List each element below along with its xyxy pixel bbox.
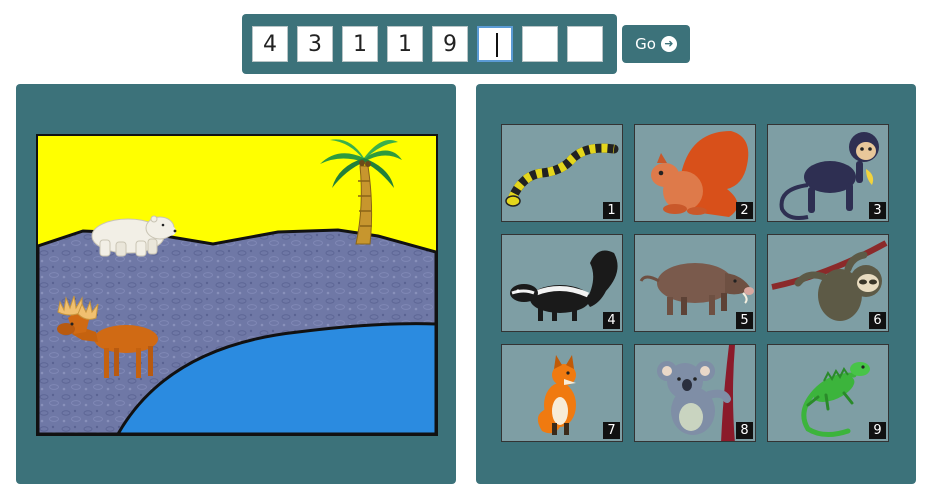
code-digit-7[interactable]	[522, 26, 558, 62]
code-digit-2[interactable]: 3	[297, 26, 333, 62]
scene-svg	[38, 136, 436, 434]
code-digit-8[interactable]	[567, 26, 603, 62]
choice-tile-iguana[interactable]: 9	[767, 344, 889, 442]
choice-tile-monkey[interactable]: 3	[767, 124, 889, 222]
choice-tile-squirrel[interactable]: 2	[634, 124, 756, 222]
tile-number: 7	[603, 422, 620, 439]
choice-tile-snake[interactable]: 1	[501, 124, 623, 222]
tile-number: 2	[736, 202, 753, 219]
tile-number: 6	[869, 312, 886, 329]
choice-tile-fox[interactable]: 7	[501, 344, 623, 442]
tile-number: 1	[603, 202, 620, 219]
code-digit-3[interactable]: 1	[342, 26, 378, 62]
tile-number: 8	[736, 422, 753, 439]
code-digit-5[interactable]: 9	[432, 26, 468, 62]
code-entry-bar: 4 3 1 1 9	[242, 14, 617, 74]
code-digit-1[interactable]: 4	[252, 26, 288, 62]
choices-panel: 1 2 3 4 5 6 7 8 9	[476, 84, 916, 484]
go-button[interactable]: Go ➜	[622, 25, 690, 63]
scene-image	[36, 134, 438, 436]
choice-tile-skunk[interactable]: 4	[501, 234, 623, 332]
arrow-right-circle-icon: ➜	[660, 36, 677, 52]
choice-tile-wild-boar[interactable]: 5	[634, 234, 756, 332]
tile-number: 5	[736, 312, 753, 329]
go-button-label: Go	[635, 35, 656, 53]
code-digit-4[interactable]: 1	[387, 26, 423, 62]
choice-tile-sloth[interactable]: 6	[767, 234, 889, 332]
tile-number: 3	[869, 202, 886, 219]
code-digit-6[interactable]	[477, 26, 513, 62]
scene-panel	[16, 84, 456, 484]
tile-number: 4	[603, 312, 620, 329]
tile-number: 9	[869, 422, 886, 439]
choice-tile-koala[interactable]: 8	[634, 344, 756, 442]
